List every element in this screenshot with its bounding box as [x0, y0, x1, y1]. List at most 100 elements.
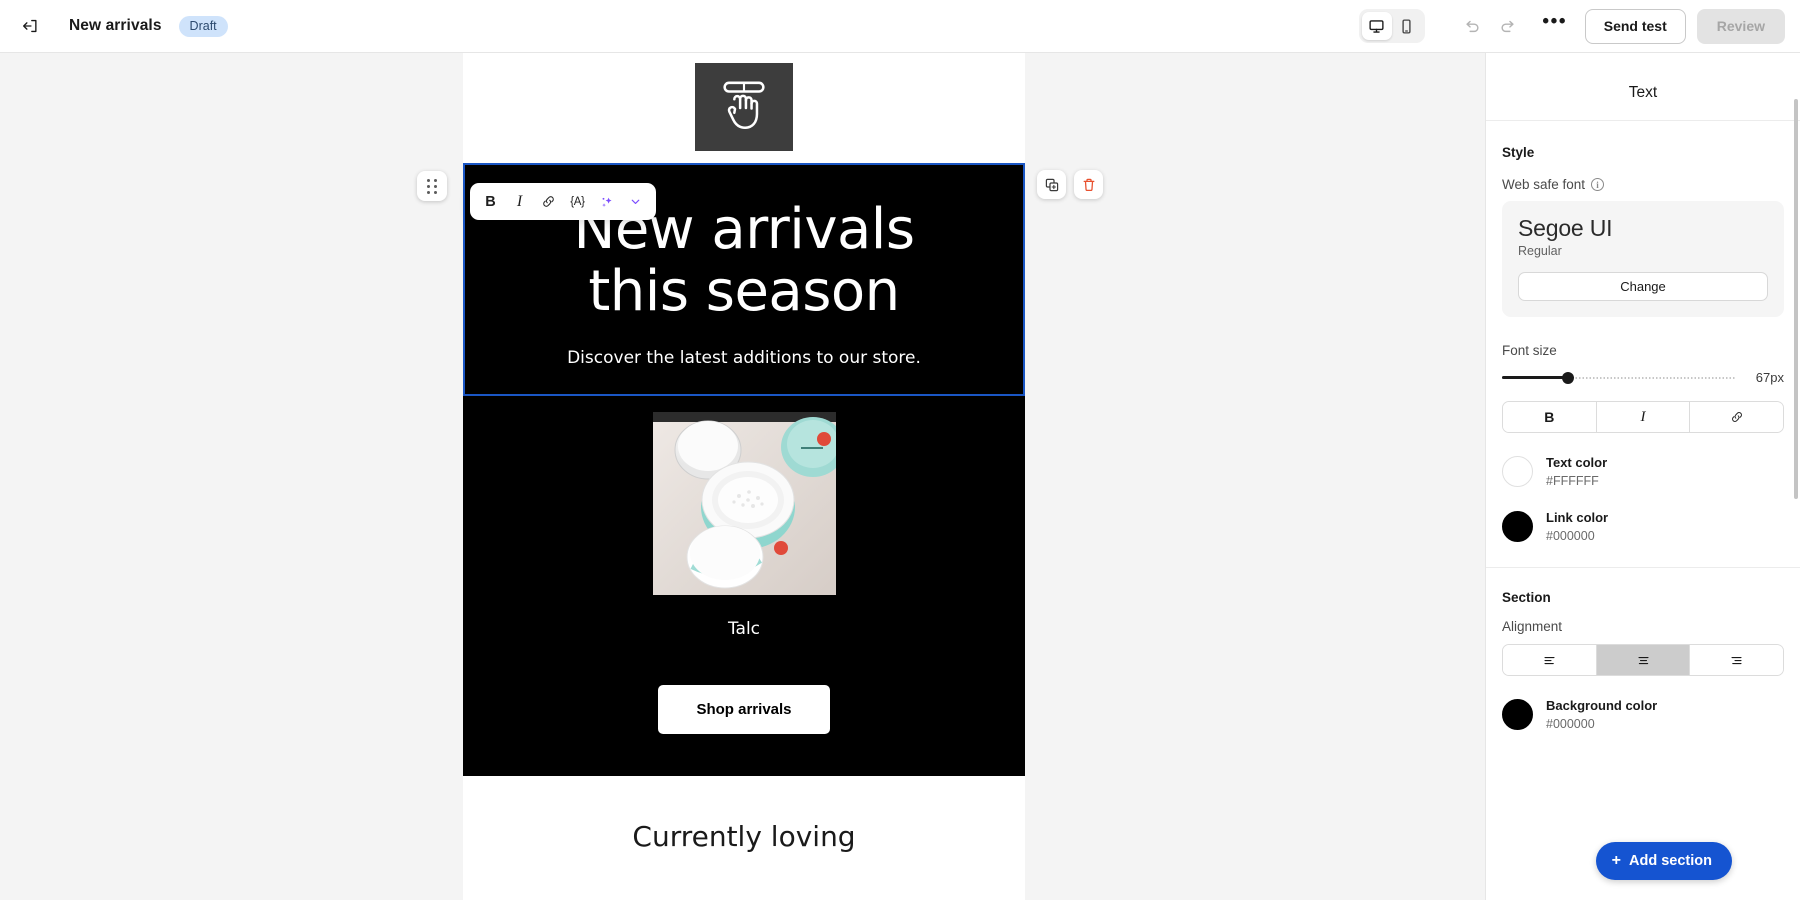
redo-button[interactable]	[1493, 11, 1523, 41]
text-color-info: Text color #FFFFFF	[1546, 454, 1607, 488]
format-italic-button[interactable]: I	[506, 188, 533, 215]
email-canvas-scroll[interactable]: New arrivals this season Discover the la…	[0, 53, 1485, 900]
panel-title: Text	[1486, 66, 1800, 121]
review-button[interactable]: Review	[1696, 8, 1785, 44]
duplicate-section-button[interactable]	[1037, 170, 1066, 199]
status-badge: Draft	[178, 15, 228, 37]
background-color-info: Background color #000000	[1546, 697, 1657, 731]
merge-tag-button[interactable]: {A}	[564, 188, 591, 215]
trash-delete-icon	[1083, 178, 1094, 191]
duplicate-icon	[1045, 178, 1058, 191]
section-heading: Section	[1502, 590, 1551, 605]
ai-sparkle-icon	[601, 197, 612, 207]
drag-dots-icon	[427, 178, 437, 194]
text-color-swatch[interactable]	[1502, 455, 1533, 487]
align-right-icon	[1731, 656, 1742, 664]
section-drag-handle[interactable]	[417, 171, 447, 201]
font-name: Segoe UI	[1518, 215, 1613, 241]
font-size-value: 67px	[1755, 370, 1784, 385]
product-image[interactable]	[652, 412, 836, 596]
align-left-button[interactable]	[1503, 645, 1597, 675]
panel-body: Style Web safe font i Segoe UI Regular C…	[1486, 121, 1800, 731]
product-name: Talc	[727, 619, 761, 640]
font-card: Segoe UI Regular Change	[1502, 201, 1784, 317]
text-color-row: Text color #FFFFFF	[1502, 454, 1784, 488]
talc-powder-product-photo	[652, 412, 836, 596]
device-preview-toggle	[1358, 9, 1425, 43]
slider-knob[interactable]	[1561, 371, 1574, 384]
panel-divider	[1486, 567, 1800, 568]
align-center-icon	[1637, 656, 1649, 664]
ai-assist-button[interactable]	[593, 188, 620, 215]
logo-tile	[695, 63, 793, 151]
web-safe-font-label: Web safe font i	[1502, 177, 1784, 192]
text-style-button-group: B I	[1502, 401, 1784, 433]
add-section-button[interactable]: + Add section	[1595, 842, 1732, 880]
link-color-hex: #000000	[1546, 529, 1595, 543]
device-desktop-button[interactable]	[1361, 12, 1392, 40]
align-right-button[interactable]	[1690, 645, 1783, 675]
cta-section[interactable]: Shop arrivals	[463, 663, 1025, 777]
top-toolbar: New arrivals Draft ••• Send test Review	[0, 0, 1800, 53]
text-format-toolbar: B I {A}	[470, 183, 656, 220]
font-size-slider-row: 67px	[1502, 370, 1784, 385]
undo-button[interactable]	[1457, 11, 1487, 41]
topbar-right-group: ••• Send test Review	[1358, 8, 1800, 44]
undo-arrow-icon	[1466, 20, 1479, 33]
background-color-label: Background color	[1546, 698, 1658, 713]
align-left-icon	[1544, 656, 1555, 664]
link-color-row: Link color #000000	[1502, 509, 1784, 543]
desktop-monitor-icon	[1369, 19, 1384, 33]
format-more-chevron-button[interactable]	[622, 188, 649, 215]
shop-arrivals-button[interactable]: Shop arrivals	[658, 685, 830, 735]
currently-loving-title: Currently loving	[632, 820, 856, 854]
text-color-hex: #FFFFFF	[1546, 474, 1599, 488]
alignment-label: Alignment	[1502, 619, 1563, 634]
link-color-label: Link color	[1546, 510, 1609, 525]
device-mobile-button[interactable]	[1392, 12, 1422, 40]
product-section[interactable]: Talc	[463, 396, 1025, 664]
add-section-label: Add section	[1629, 853, 1712, 869]
mobile-phone-icon	[1402, 18, 1411, 34]
link-color-info: Link color #000000	[1546, 509, 1608, 543]
change-font-button[interactable]: Change	[1518, 272, 1768, 301]
chevron-down-icon	[631, 199, 640, 205]
panel-bold-button[interactable]: B	[1503, 402, 1597, 432]
properties-panel: Text Style Web safe font i Segoe UI Regu…	[1485, 53, 1800, 900]
email-logo-block[interactable]	[463, 53, 1025, 163]
align-center-button[interactable]	[1596, 645, 1691, 675]
topbar-left-group: New arrivals Draft	[0, 9, 228, 43]
format-bold-button[interactable]: B	[477, 188, 504, 215]
hero-subheadline[interactable]: Discover the latest additions to our sto…	[465, 348, 1023, 368]
email-preview: New arrivals this season Discover the la…	[417, 53, 1103, 900]
info-icon[interactable]: i	[1591, 178, 1605, 191]
link-chain-icon	[543, 196, 554, 207]
web-safe-font-text: Web safe font	[1502, 177, 1586, 192]
slider-track-filled	[1502, 376, 1568, 379]
style-heading: Style	[1502, 145, 1535, 160]
font-size-slider[interactable]	[1502, 371, 1736, 385]
hand-tap-icon	[723, 81, 765, 129]
font-size-label: Font size	[1502, 343, 1557, 358]
panel-link-button[interactable]	[1690, 402, 1783, 432]
hero-headline-line2: this season	[588, 258, 900, 324]
format-link-button[interactable]	[535, 188, 562, 215]
plus-icon: +	[1611, 852, 1622, 869]
font-weight: Regular	[1518, 244, 1562, 258]
link-color-swatch[interactable]	[1502, 510, 1533, 542]
page-title: New arrivals	[69, 17, 162, 34]
panel-scrollbar[interactable]	[1794, 99, 1798, 499]
background-color-row: Background color #000000	[1502, 697, 1784, 731]
delete-section-button[interactable]	[1074, 170, 1103, 199]
panel-italic-button[interactable]: I	[1596, 402, 1691, 432]
send-test-button[interactable]: Send test	[1584, 8, 1686, 44]
alignment-button-group	[1502, 644, 1784, 676]
properties-panel-inner: Text Style Web safe font i Segoe UI Regu…	[1486, 66, 1800, 900]
background-color-swatch[interactable]	[1502, 698, 1533, 730]
more-options-button[interactable]: •••	[1539, 10, 1571, 42]
exit-editor-button[interactable]	[13, 9, 47, 43]
text-color-label: Text color	[1546, 455, 1608, 470]
section-action-group	[1037, 170, 1103, 199]
currently-loving-section[interactable]: Currently loving	[463, 776, 1025, 884]
redo-arrow-icon	[1501, 20, 1514, 33]
